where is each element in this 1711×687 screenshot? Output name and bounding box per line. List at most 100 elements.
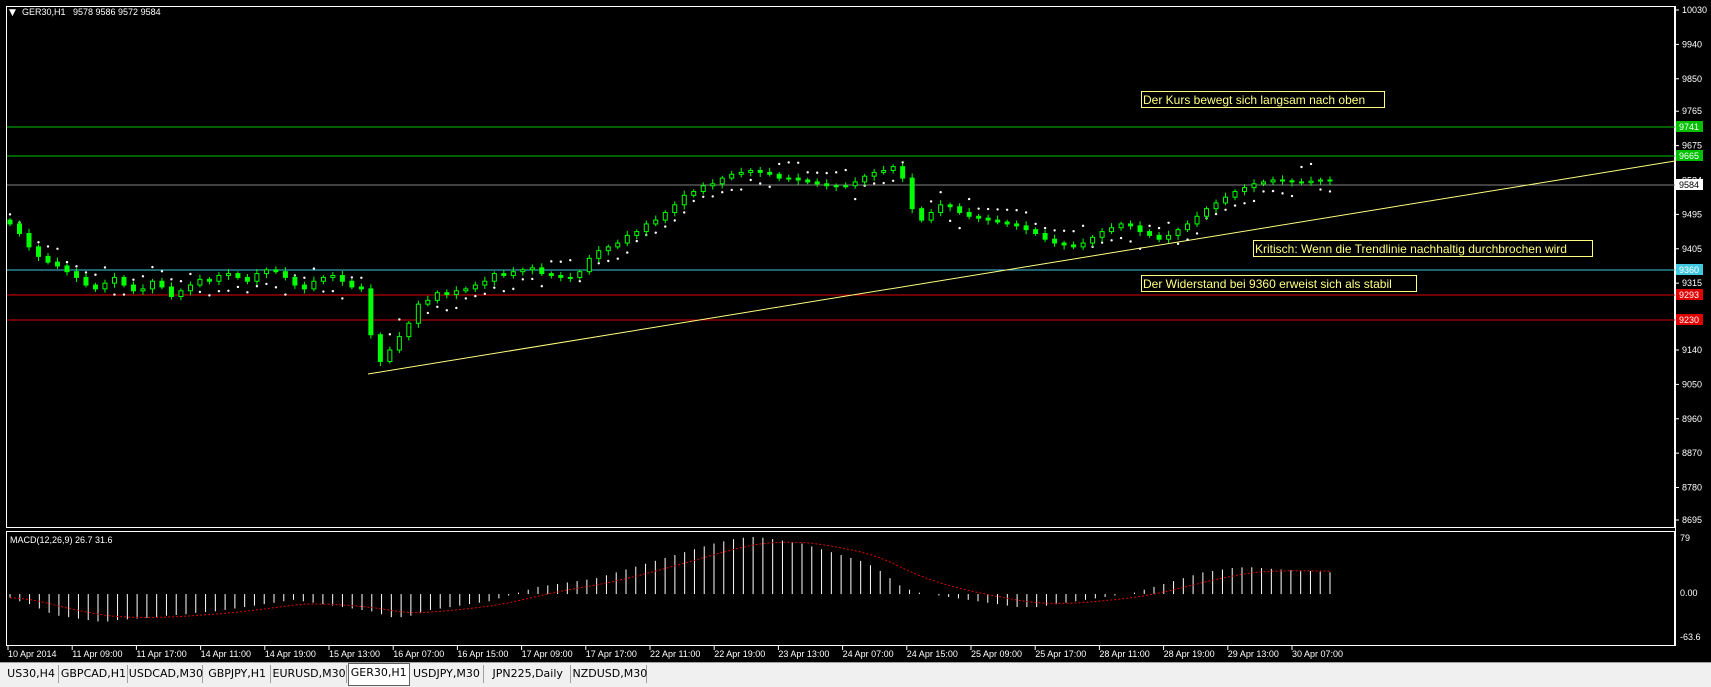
chart-tab[interactable]: US30,H4 xyxy=(4,665,60,683)
candle-body xyxy=(862,175,868,183)
candle-body xyxy=(73,271,79,278)
candles xyxy=(7,163,1333,367)
candle-body xyxy=(539,267,545,275)
time-tick-label: 24 Apr 15:00 xyxy=(907,649,958,659)
candle-body xyxy=(928,211,934,221)
candle-body xyxy=(881,169,887,173)
candle-body xyxy=(159,280,165,288)
candle-body xyxy=(947,204,953,208)
ohlc-values: 9578 9586 9572 9584 xyxy=(73,7,161,17)
time-tick-label: 10 Apr 2014 xyxy=(8,649,57,659)
sar-dot xyxy=(569,259,572,262)
sar-dot xyxy=(1281,192,1284,195)
sar-dot xyxy=(891,179,895,182)
candle-body xyxy=(26,232,32,248)
candle-body xyxy=(605,246,611,252)
sar-dot xyxy=(246,291,249,294)
candle-body xyxy=(1223,196,1229,204)
chart-tab[interactable]: USDCAD,M30 xyxy=(129,665,203,683)
sar-dot xyxy=(284,293,287,296)
trading-chart[interactable]: ▼ GER30,H1 9578 9586 9572 9584 Der Kurs … xyxy=(0,0,1711,662)
candle-body xyxy=(985,217,991,221)
candle-body xyxy=(501,273,507,277)
sar-dot xyxy=(1110,239,1113,242)
sar-dot xyxy=(948,219,952,223)
candle-body xyxy=(482,280,488,286)
level-label-9665: 9665 xyxy=(1676,150,1703,161)
annotation-1[interactable]: Der Kurs bewegt sich langsam nach oben xyxy=(1141,91,1385,108)
chart-tab[interactable]: USDJPY,M30 xyxy=(410,665,484,683)
svg-text:9584: 9584 xyxy=(1679,180,1699,190)
candle-body xyxy=(121,276,127,286)
sar-dot xyxy=(312,267,316,270)
candle-body xyxy=(358,286,364,290)
candle-body xyxy=(548,273,554,277)
candle-body xyxy=(1280,179,1286,182)
candle-body xyxy=(938,204,944,213)
chart-tab[interactable]: GBPJPY,H1 xyxy=(204,665,272,683)
sar-dot xyxy=(597,262,600,265)
sar-dot xyxy=(1138,247,1142,250)
price-tick-label: 8780 xyxy=(1682,483,1702,493)
candle-body xyxy=(1242,187,1248,192)
annotation-2[interactable]: Kritisch: Wenn die Trendlinie nachhaltig… xyxy=(1253,240,1593,257)
sar-dot xyxy=(1243,202,1246,205)
sar-dot xyxy=(274,286,278,289)
candle-body xyxy=(700,185,706,192)
price-tick-label: 9495 xyxy=(1682,209,1702,219)
time-tick-label: 11 Apr 09:00 xyxy=(72,649,122,659)
time-tick-label: 22 Apr 11:00 xyxy=(650,649,700,659)
level-label-9741: 9741 xyxy=(1676,121,1703,132)
candle-body xyxy=(1213,202,1219,210)
annotation-3[interactable]: Der Widerstand bei 9360 erweist sich als… xyxy=(1141,275,1417,292)
candle-body xyxy=(662,211,668,221)
candle-body xyxy=(339,275,345,282)
chart-tab[interactable]: NZDUSD,M30 xyxy=(573,665,647,683)
chart-tab[interactable]: GER30,H1 xyxy=(347,663,410,686)
candle-body xyxy=(206,278,212,282)
svg-text:Der Widerstand bei 9360 erweis: Der Widerstand bei 9360 erweist sich als… xyxy=(1143,277,1392,291)
chart-tab[interactable]: GBPCAD,H1 xyxy=(60,665,128,683)
trendline[interactable] xyxy=(367,160,1676,375)
sar-dot xyxy=(1262,190,1265,193)
sar-dot xyxy=(977,207,980,210)
svg-text:Der Kurs bewegt sich langsam n: Der Kurs bewegt sich langsam nach oben xyxy=(1143,93,1365,107)
candle-body xyxy=(130,284,136,292)
candle-body xyxy=(1033,229,1039,234)
sar-dot xyxy=(502,289,506,293)
symbol-label: GER30,H1 xyxy=(22,7,66,17)
candle-body xyxy=(301,284,307,290)
sar-dot xyxy=(113,293,116,296)
candle-body xyxy=(805,179,811,183)
candle-body xyxy=(1071,244,1077,248)
chart-tab[interactable]: EURUSD,M30 xyxy=(273,665,347,683)
sar-dot xyxy=(958,226,961,230)
time-tick-label: 15 Apr 13:00 xyxy=(329,649,380,659)
candle-body xyxy=(890,166,896,171)
menu-marker-icon[interactable]: ▼ xyxy=(9,8,16,18)
candle-body xyxy=(615,242,621,248)
svg-text:9230: 9230 xyxy=(1679,315,1699,325)
time-tick-label: 25 Apr 09:00 xyxy=(971,649,1022,659)
candle-body xyxy=(1289,180,1295,183)
candle-body xyxy=(786,177,792,180)
sar-dot xyxy=(578,280,581,283)
candle-body xyxy=(529,267,535,271)
candle-body xyxy=(64,265,70,273)
svg-text:9741: 9741 xyxy=(1679,122,1699,132)
sar-dot xyxy=(1015,208,1018,212)
chart-tab[interactable]: JPN225,Daily xyxy=(485,665,572,683)
candle-body xyxy=(1232,190,1238,198)
candle-body xyxy=(320,276,326,282)
candle-body xyxy=(54,261,60,267)
candle-body xyxy=(311,280,317,290)
candle-body xyxy=(1099,231,1105,238)
candle-body xyxy=(225,273,231,277)
time-tick-label: 23 Apr 13:00 xyxy=(778,649,829,659)
candle-body xyxy=(1194,215,1200,225)
candle-body xyxy=(1128,223,1134,227)
sar-dot xyxy=(160,270,164,273)
svg-text:Kritisch: Wenn die Trendlinie: Kritisch: Wenn die Trendlinie nachhaltig… xyxy=(1255,242,1567,256)
candle-body xyxy=(349,280,355,288)
sar-dot xyxy=(179,280,183,283)
